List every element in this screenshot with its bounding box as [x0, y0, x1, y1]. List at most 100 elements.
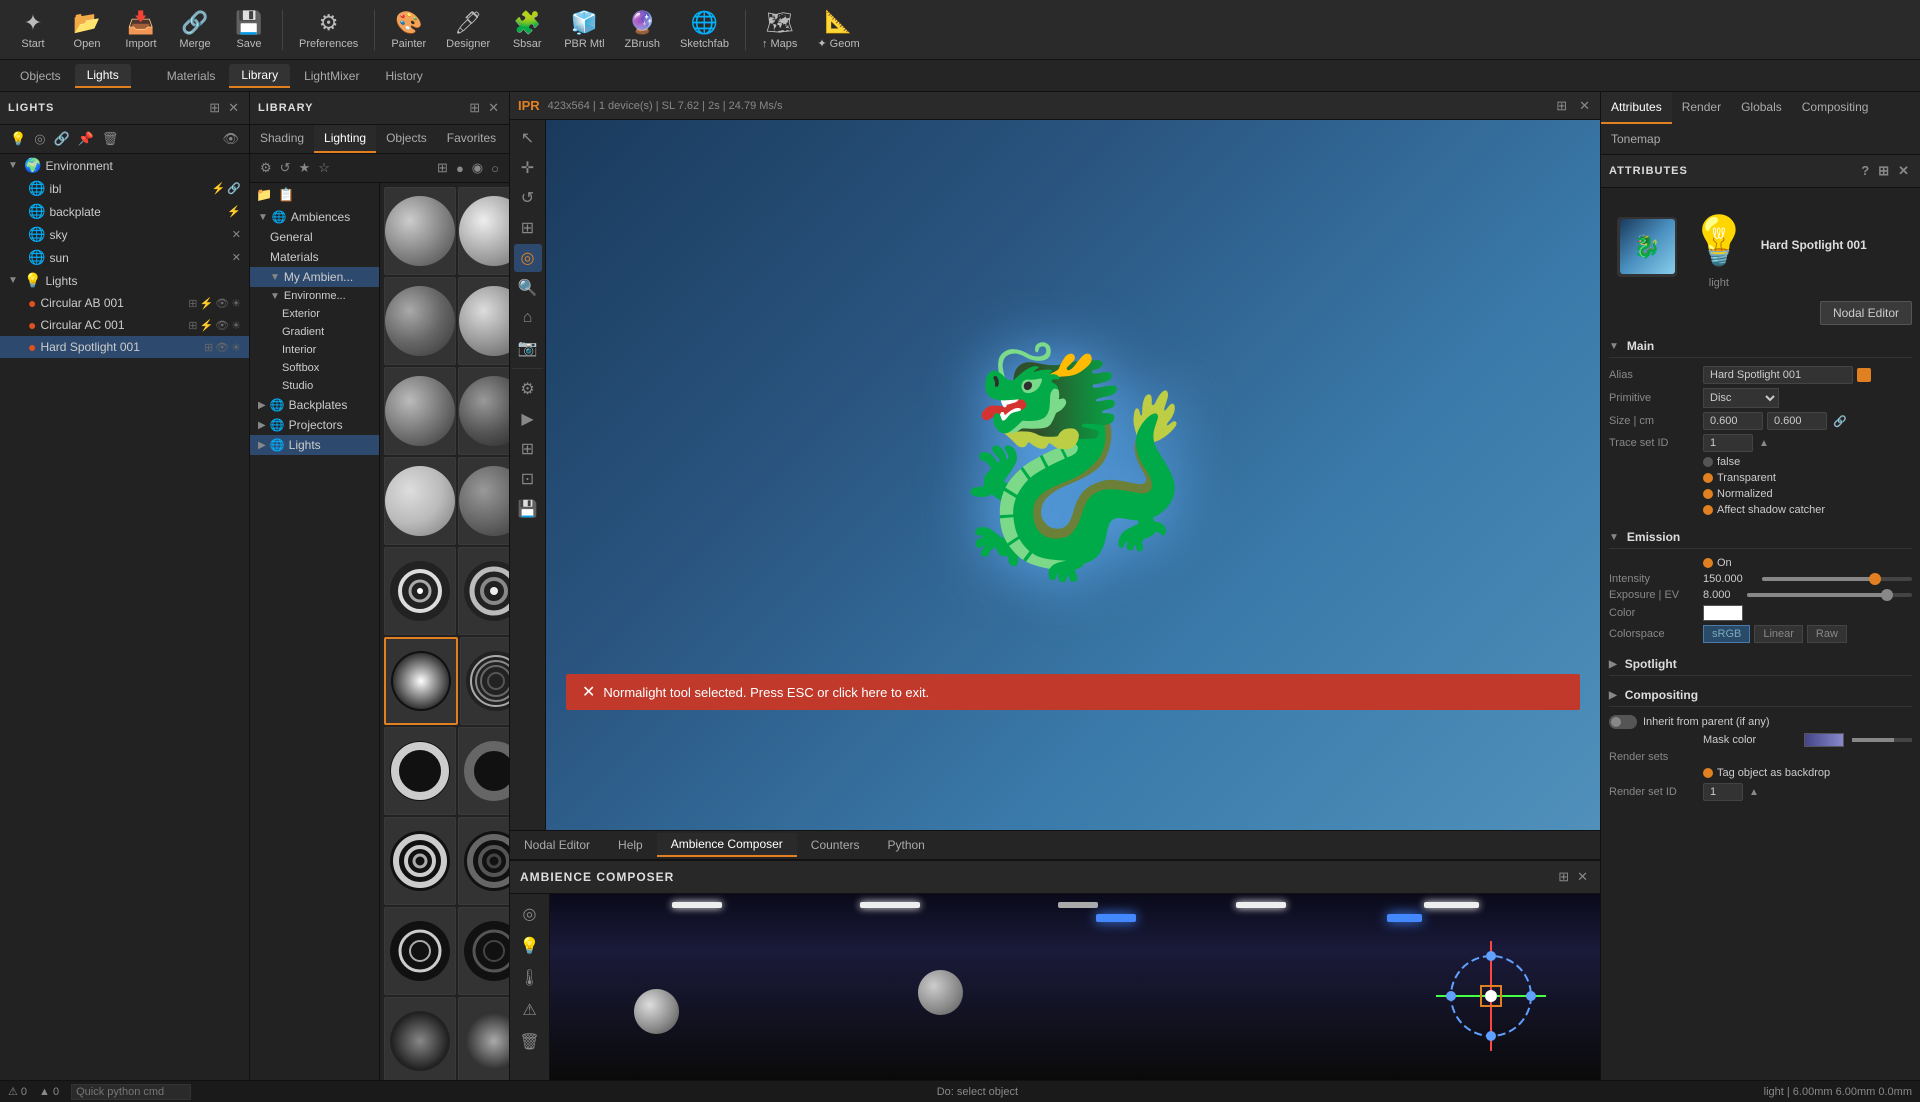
- compositing-collapse-icon[interactable]: ▶: [1609, 690, 1617, 701]
- color-swatch[interactable]: [1703, 605, 1743, 621]
- tab-history[interactable]: History: [373, 65, 434, 87]
- lights-target-icon[interactable]: ◎: [32, 129, 47, 149]
- transparent-dot[interactable]: [1703, 473, 1713, 483]
- tree-sun[interactable]: 🌐 sun ✕: [0, 246, 249, 269]
- spotlight-section-header[interactable]: ▶ Spotlight: [1609, 653, 1912, 676]
- vp-tool-frame[interactable]: ⊡: [514, 465, 542, 493]
- lib-tree-materials[interactable]: Materials: [250, 247, 379, 267]
- colorspace-linear-btn[interactable]: Linear: [1754, 625, 1803, 643]
- vp-tool-cursor[interactable]: ↖: [514, 124, 542, 152]
- toolbar-save[interactable]: 💾 Save: [224, 6, 274, 54]
- toolbar-sketchfab[interactable]: 🌐 Sketchfab: [672, 6, 737, 54]
- right-tab-tonemap[interactable]: Tonemap: [1601, 124, 1670, 154]
- right-tab-render[interactable]: Render: [1672, 92, 1731, 124]
- intensity-slider[interactable]: [1762, 577, 1912, 581]
- library-expand-icon[interactable]: ⊞: [467, 98, 482, 118]
- right-panel-help-icon[interactable]: ?: [1859, 161, 1872, 181]
- lib-thumb-4[interactable]: [458, 277, 509, 365]
- tree-backplate[interactable]: 🌐 backplate ⚡: [0, 200, 249, 223]
- lib-thumb-7[interactable]: [384, 457, 456, 545]
- compositing-section-header[interactable]: ▶ Compositing: [1609, 684, 1912, 707]
- ambience-expand-icon[interactable]: ⊞: [1556, 867, 1571, 887]
- lib-thumb-round-2[interactable]: [458, 907, 509, 995]
- ambience-tool-2[interactable]: 💡: [518, 934, 542, 958]
- lights-link-icon[interactable]: 🔗: [52, 129, 72, 149]
- vp-tool-camera[interactable]: 📷: [514, 334, 542, 362]
- lib-tab-lighting[interactable]: Lighting: [314, 125, 376, 153]
- emission-collapse-icon[interactable]: ▼: [1609, 532, 1619, 543]
- toolbar-preferences[interactable]: ⚙ Preferences: [291, 6, 366, 54]
- tree-circular-ac[interactable]: ● Circular AC 001 ⊞ ⚡ 👁 ☀: [0, 314, 249, 336]
- lib-thumb-donut-1[interactable]: [384, 817, 456, 905]
- ipr-close-icon[interactable]: ✕: [1577, 96, 1592, 116]
- lib-thumb-8[interactable]: [458, 457, 509, 545]
- trace-set-input[interactable]: [1703, 434, 1753, 452]
- main-section-header[interactable]: ▼ Main: [1609, 335, 1912, 358]
- lib-thumb-3[interactable]: [384, 277, 456, 365]
- lib-settings-icon[interactable]: ⚙: [258, 158, 274, 178]
- lights-close-icon[interactable]: ✕: [226, 98, 241, 118]
- main-collapse-icon[interactable]: ▼: [1609, 341, 1619, 352]
- lib-circle3-icon[interactable]: ○: [489, 159, 501, 178]
- ambience-tool-1[interactable]: ◎: [521, 902, 539, 926]
- vp-tool-normalight[interactable]: ◎: [514, 244, 542, 272]
- tree-ibl[interactable]: 🌐 ibl ⚡ 🔗: [0, 177, 249, 200]
- lib-star-icon[interactable]: ★: [297, 158, 313, 178]
- lib-thumb-round-1[interactable]: [384, 907, 456, 995]
- lib-tree-backplates[interactable]: ▶ 🌐 Backplates: [250, 395, 379, 415]
- inherit-toggle[interactable]: [1609, 715, 1637, 729]
- emission-section-header[interactable]: ▼ Emission: [1609, 526, 1912, 549]
- tab-library[interactable]: Library: [229, 64, 290, 88]
- toolbar-designer[interactable]: 🖊 Designer: [438, 6, 498, 54]
- primitive-select[interactable]: Disc Sphere Rectangle: [1703, 388, 1779, 408]
- lib-tab-shading[interactable]: Shading: [250, 125, 314, 153]
- ambience-manipulator[interactable]: [1436, 941, 1516, 1021]
- lib-tree-interior[interactable]: Interior: [250, 341, 379, 359]
- lib-tree-general[interactable]: General: [250, 227, 379, 247]
- toolbar-sbsar[interactable]: 🧩 Sbsar: [502, 6, 552, 54]
- ambience-close-icon[interactable]: ✕: [1575, 867, 1590, 887]
- emission-on-dot[interactable]: [1703, 558, 1713, 568]
- lights-eye-icon[interactable]: 👁: [220, 129, 241, 149]
- environment-expand-icon[interactable]: ▼: [8, 160, 20, 171]
- bottom-tab-python[interactable]: Python: [874, 834, 939, 856]
- bottom-tab-help[interactable]: Help: [604, 834, 657, 856]
- toolbar-painter[interactable]: 🎨 Painter: [383, 6, 434, 54]
- lib-tree-projectors[interactable]: ▶ 🌐 Projectors: [250, 415, 379, 435]
- ipr-maximize-icon[interactable]: ⊞: [1554, 96, 1569, 116]
- ambience-tool-3[interactable]: 🌡: [517, 966, 541, 990]
- right-panel-expand-icon[interactable]: ⊞: [1876, 161, 1892, 181]
- lib-thumb-donut-2[interactable]: [458, 817, 509, 905]
- toolbar-open[interactable]: 📂 Open: [62, 6, 112, 54]
- normalight-banner[interactable]: ✕ Normalight tool selected. Press ESC or…: [566, 674, 1580, 710]
- lights-expand-icon2[interactable]: ▼: [8, 275, 20, 286]
- spotlight-collapse-icon[interactable]: ▶: [1609, 659, 1617, 670]
- alias-input[interactable]: [1703, 366, 1853, 384]
- lights-pin-icon[interactable]: 📌: [76, 129, 96, 149]
- bottom-tab-ambience[interactable]: Ambience Composer: [657, 833, 797, 857]
- library-close-icon[interactable]: ✕: [486, 98, 501, 118]
- colorspace-srgb-btn[interactable]: sRGB: [1703, 625, 1750, 643]
- right-tab-attributes[interactable]: Attributes: [1601, 92, 1672, 124]
- lib-thumb-5[interactable]: [384, 367, 456, 455]
- vp-tool-move[interactable]: ✛: [514, 154, 542, 182]
- lib-grid-icon[interactable]: ⊞: [435, 158, 450, 178]
- nodal-editor-button[interactable]: Nodal Editor: [1820, 301, 1912, 325]
- mask-color-swatch[interactable]: [1804, 733, 1844, 747]
- lib-thumb-1[interactable]: [384, 187, 456, 275]
- lib-thumb-spot-4[interactable]: [460, 637, 509, 725]
- lib-tree-softbox[interactable]: Softbox: [250, 359, 379, 377]
- lib-thumb-6[interactable]: [458, 367, 509, 455]
- size-x-input[interactable]: [1703, 412, 1763, 430]
- lib-thumb-spot-2[interactable]: [458, 547, 509, 635]
- python-cmd-input[interactable]: [71, 1084, 191, 1100]
- lib-tree-lights[interactable]: ▶ 🌐 Lights: [250, 435, 379, 455]
- bottom-tab-counters[interactable]: Counters: [797, 834, 874, 856]
- lib-circle-icon[interactable]: ●: [454, 159, 466, 178]
- tab-lights[interactable]: Lights: [75, 64, 131, 88]
- vp-tool-rotate[interactable]: ↺: [514, 184, 542, 212]
- colorspace-raw-btn[interactable]: Raw: [1807, 625, 1847, 643]
- lib-thumb-ring-1[interactable]: [384, 727, 456, 815]
- lib-thumb-dark-2[interactable]: [458, 997, 509, 1080]
- right-panel-close-icon[interactable]: ✕: [1896, 161, 1912, 181]
